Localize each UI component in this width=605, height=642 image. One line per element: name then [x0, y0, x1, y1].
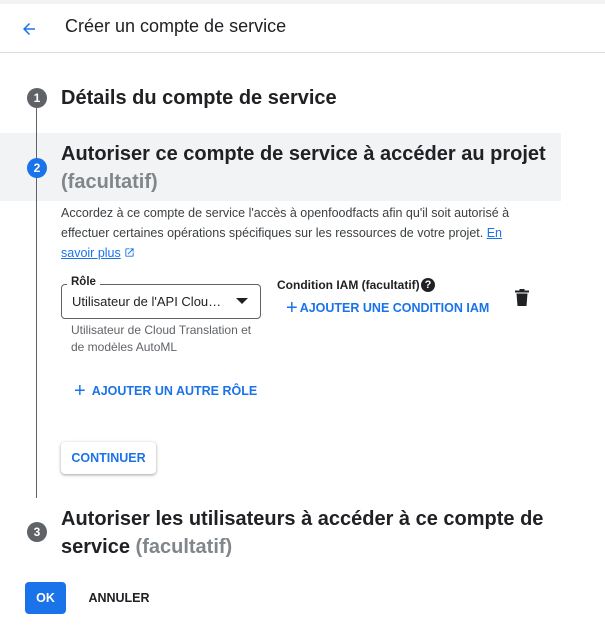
- iam-condition-label: Condition IAM (facultatif): [277, 278, 420, 292]
- open-in-new-icon: [125, 248, 134, 257]
- cancel-button[interactable]: ANNULER: [81, 582, 157, 614]
- arrow-back-icon: [23, 23, 35, 35]
- back-button[interactable]: [16, 16, 42, 42]
- description-text: Accordez à ce compte de service l'accès …: [61, 206, 510, 240]
- step-2-description: Accordez à ce compte de service l'accès …: [61, 203, 536, 263]
- role-field-label: Rôle: [67, 276, 100, 288]
- step-3-title-text: Autoriser les utilisateurs à accéder à c…: [61, 508, 544, 558]
- plus-icon: +: [286, 297, 298, 319]
- dropdown-arrow-icon: [236, 298, 248, 304]
- step-3-number: 3: [27, 522, 47, 542]
- step-2-number: 2: [27, 158, 47, 178]
- continue-button[interactable]: CONTINUER: [61, 442, 156, 474]
- role-select-value: Utilisateur de l'API Cloud Translation: [72, 294, 226, 309]
- add-another-role-label: AJOUTER UN AUTRE RÔLE: [91, 384, 258, 398]
- step-1-title[interactable]: Détails du compte de service: [61, 84, 541, 112]
- top-bar: Créer un compte de service: [0, 0, 605, 53]
- plus-icon: +: [74, 380, 86, 402]
- help-circle-icon[interactable]: ?: [421, 278, 435, 292]
- add-another-role-button[interactable]: + AJOUTER UN AUTRE RÔLE: [74, 380, 258, 402]
- add-iam-condition-label: AJOUTER UNE CONDITION IAM: [299, 301, 490, 315]
- role-hint: Utilisateur de Cloud Translation et de m…: [71, 323, 252, 354]
- page-title: Créer un compte de service: [65, 16, 287, 36]
- ok-button[interactable]: OK: [25, 582, 66, 614]
- step-2-title: Autoriser ce compte de service à accéder…: [61, 140, 551, 196]
- trash-icon[interactable]: [515, 289, 529, 306]
- role-select[interactable]: Utilisateur de l'API Cloud Translation: [61, 284, 261, 319]
- step-3-title[interactable]: Autoriser les utilisateurs à accéder à c…: [61, 505, 551, 561]
- step-2-optional: (facultatif): [61, 171, 158, 193]
- step-1-title-text: Détails du compte de service: [61, 87, 337, 109]
- step-1-number: 1: [27, 88, 47, 108]
- step-2-title-text: Autoriser ce compte de service à accéder…: [61, 143, 546, 165]
- add-iam-condition-button[interactable]: + AJOUTER UNE CONDITION IAM: [286, 297, 490, 319]
- step-3-optional: (facultatif): [135, 536, 233, 558]
